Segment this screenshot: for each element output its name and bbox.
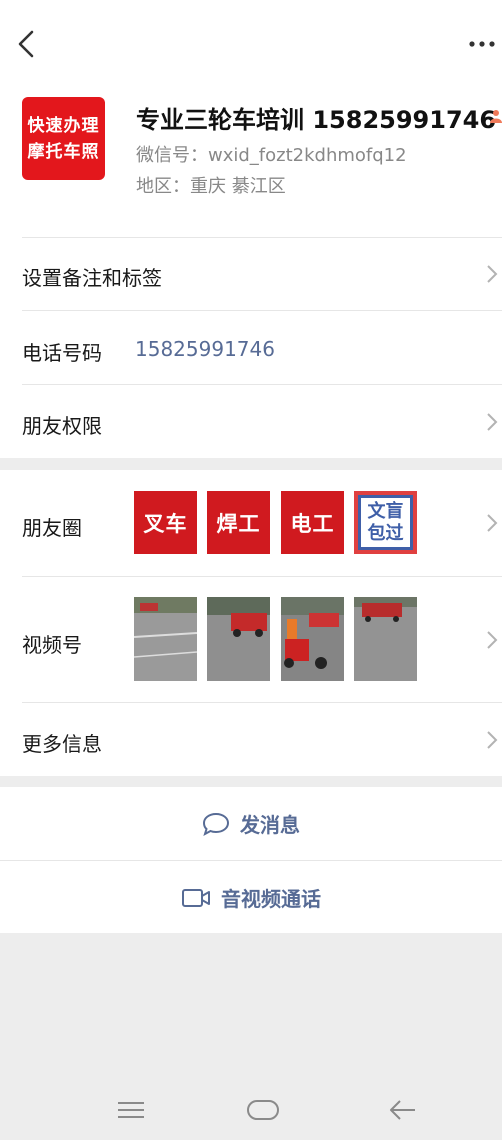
action-buttons: 发消息 音视频通话 bbox=[0, 787, 502, 933]
chat-bubble-icon bbox=[202, 812, 230, 836]
chevron-right-icon bbox=[487, 631, 498, 649]
avatar-text-line-2: 摩托车照 bbox=[27, 141, 100, 162]
video-thumbnail bbox=[281, 597, 344, 681]
more-info-label: 更多信息 bbox=[22, 732, 102, 756]
video-thumbnail bbox=[134, 597, 197, 681]
friend-permission-label: 朋友权限 bbox=[22, 414, 102, 438]
wechat-id: 微信号：wxid_fozt2kdhmofq12 bbox=[136, 145, 407, 166]
send-message-button[interactable]: 发消息 bbox=[0, 787, 502, 860]
video-call-button[interactable]: 音视频通话 bbox=[0, 861, 502, 934]
friend-permission-row[interactable]: 朋友权限 bbox=[0, 385, 502, 458]
more-options-icon[interactable] bbox=[466, 30, 498, 58]
moments-label: 朋友圈 bbox=[22, 516, 82, 540]
chevron-right-icon bbox=[487, 413, 498, 431]
person-icon bbox=[490, 110, 502, 123]
moments-thumb: 叉车 bbox=[134, 491, 197, 554]
remark-tag-label: 设置备注和标签 bbox=[22, 266, 162, 290]
phone-row[interactable]: 电话号码 15825991746 bbox=[0, 311, 502, 384]
channels-row[interactable]: 视频号 bbox=[0, 577, 502, 702]
back-nav-icon[interactable] bbox=[388, 1098, 416, 1122]
video-camera-icon bbox=[182, 888, 210, 907]
remark-tag-row[interactable]: 设置备注和标签 bbox=[0, 238, 502, 310]
chevron-right-icon bbox=[487, 731, 498, 749]
moments-thumb-text: 文盲包过 bbox=[358, 495, 413, 550]
back-arrow-icon[interactable] bbox=[14, 28, 40, 60]
moments-thumb: 电工 bbox=[281, 491, 344, 554]
avatar[interactable]: 快速办理 摩托车照 bbox=[22, 97, 105, 180]
chevron-right-icon bbox=[487, 265, 498, 283]
menu-icon[interactable] bbox=[117, 1100, 145, 1120]
moments-thumb: 文盲包过 bbox=[354, 491, 417, 554]
profile-header: 快速办理 摩托车照 专业三轮车培训 15825991746 微信号：wxid_f… bbox=[0, 0, 502, 458]
region: 地区：重庆 綦江区 bbox=[136, 176, 286, 197]
nav-bar bbox=[0, 0, 502, 90]
moments-row[interactable]: 朋友圈 叉车 焊工 电工 文盲包过 bbox=[0, 470, 502, 576]
channels-label: 视频号 bbox=[22, 633, 82, 657]
phone-number[interactable]: 15825991746 bbox=[135, 337, 275, 361]
video-call-label: 音视频通话 bbox=[221, 887, 321, 911]
avatar-text-line-1: 快速办理 bbox=[27, 115, 100, 136]
video-thumbnail bbox=[207, 597, 270, 681]
moments-thumb: 焊工 bbox=[207, 491, 270, 554]
home-icon[interactable] bbox=[246, 1098, 280, 1122]
chevron-right-icon bbox=[487, 514, 498, 532]
video-thumbnail bbox=[354, 597, 417, 681]
contact-name: 专业三轮车培训 15825991746 bbox=[136, 106, 497, 134]
system-navigation-bar bbox=[0, 1082, 502, 1140]
more-info-row[interactable]: 更多信息 bbox=[0, 703, 502, 776]
phone-label: 电话号码 bbox=[22, 341, 102, 365]
send-message-label: 发消息 bbox=[240, 813, 300, 837]
feeds-section: 朋友圈 叉车 焊工 电工 文盲包过 视频号 更多信息 bbox=[0, 470, 502, 776]
